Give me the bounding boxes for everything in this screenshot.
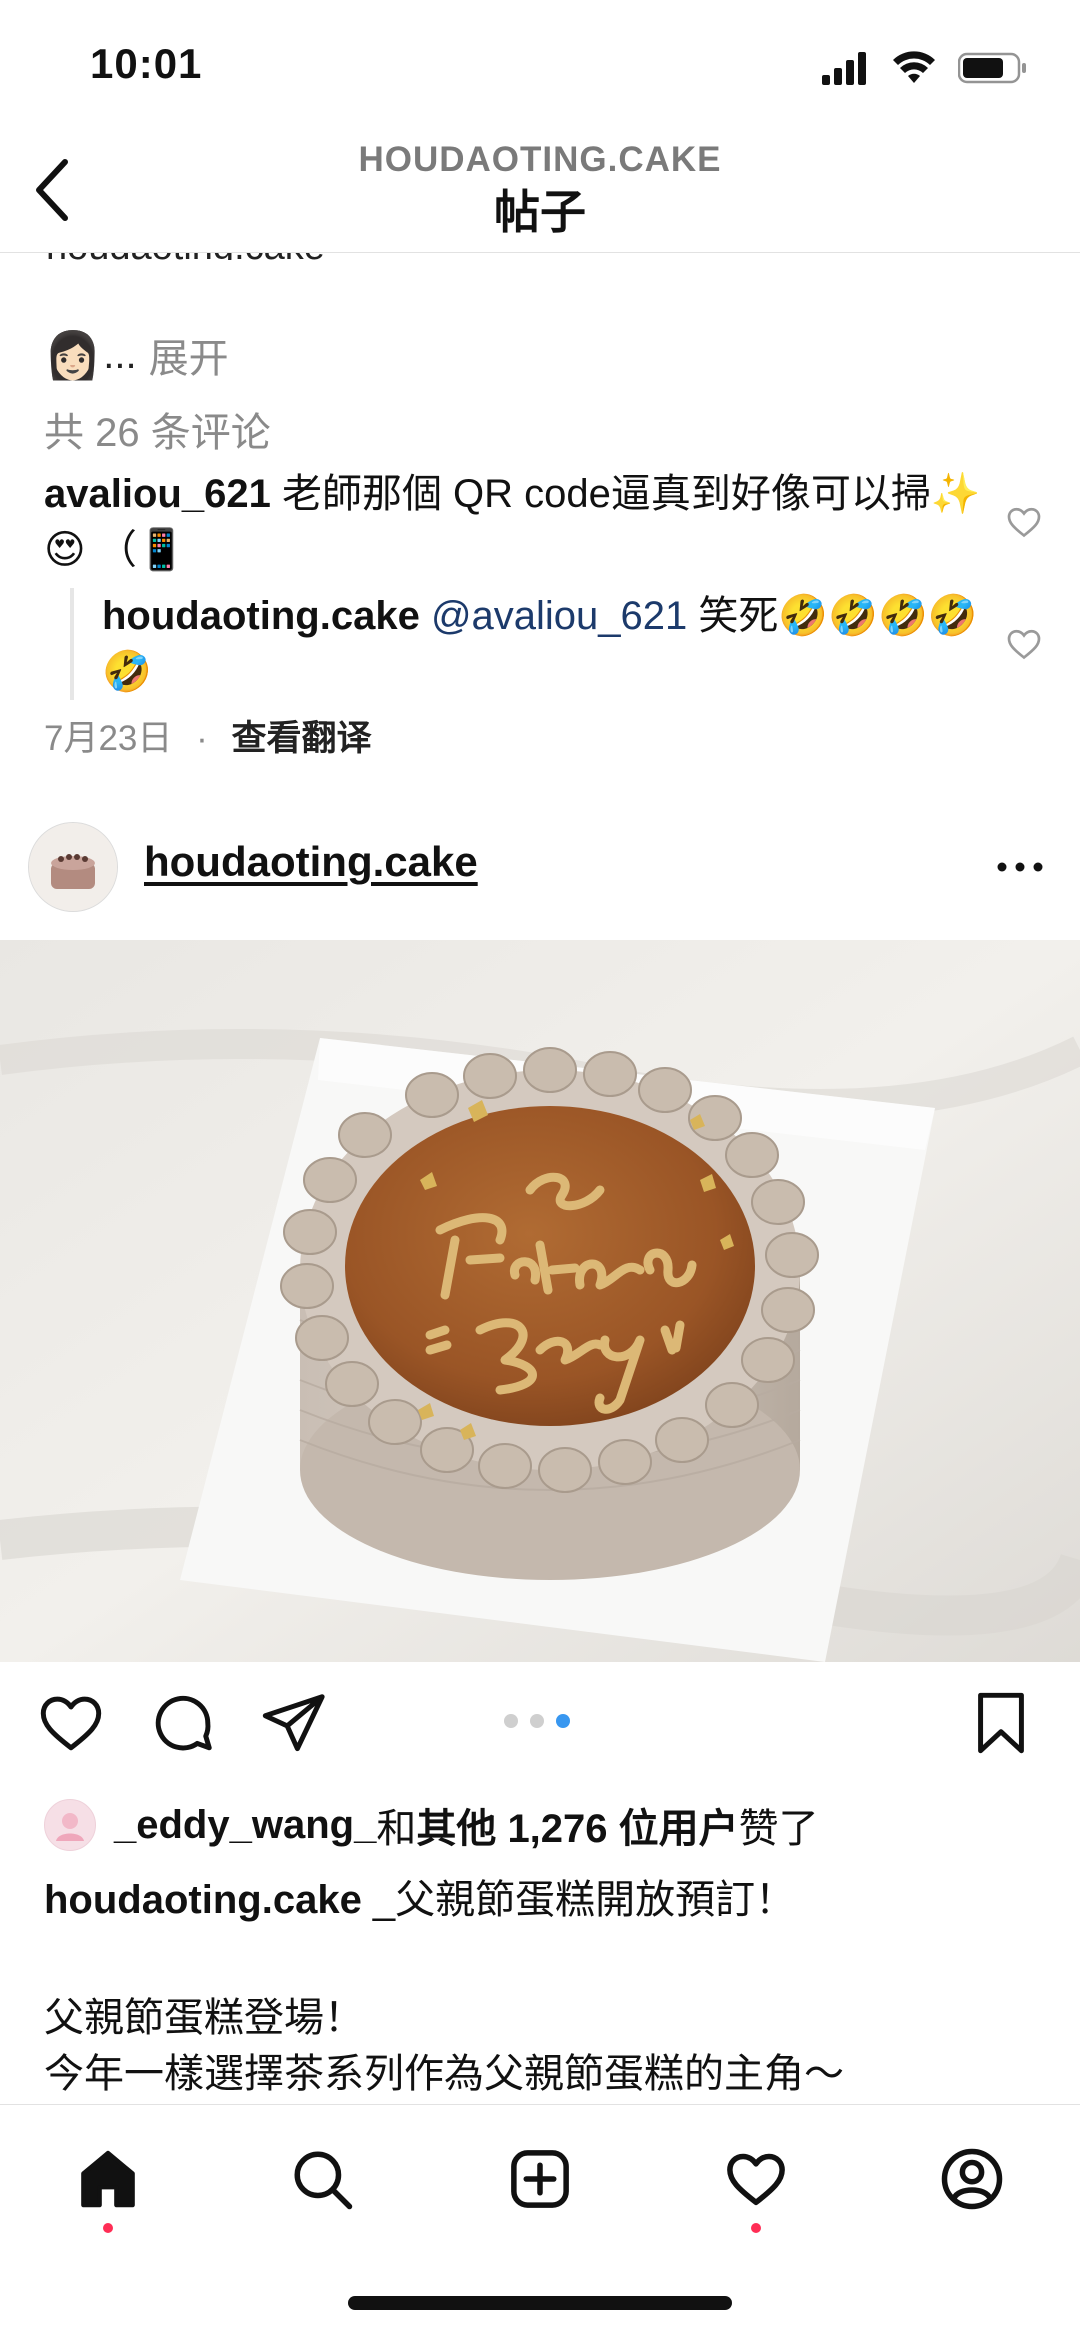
post-header: houdaoting.cake [0,818,1080,918]
comment-meta: 7月23日 · 查看翻译 [44,710,372,761]
post-image[interactable] [0,940,1080,1662]
see-translation-link[interactable]: 查看翻译 [232,719,372,758]
likes-connector: 和 [376,1807,417,1851]
profile-icon [941,2148,1003,2210]
comment: avaliou_621 老師那個 QR code逼真到好像可以掃✨😍 （📱 [44,466,984,578]
battery-icon [958,52,1026,84]
meta-separator: · [196,719,208,758]
likes-others-link[interactable]: 其他 1,276 位用户 [416,1796,738,1854]
activity-heart-icon [727,2153,785,2206]
share-send-icon[interactable] [258,1688,328,1758]
status-icons [822,48,1028,88]
create-post-icon [511,2150,569,2208]
reply-like-heart-icon[interactable] [1006,626,1042,662]
post-caption: houdaoting.cake _父親節蛋糕開放預訂！ [44,1872,1034,1928]
view-all-comments-link[interactable]: 共 26 条评论 [44,400,271,458]
post-actions [0,1688,1080,1768]
likes-summary[interactable]: _eddy_wang_ 和 其他 1,276 位用户 赞了 [44,1796,819,1854]
expand-link[interactable]: 展开 [149,326,229,384]
avatar[interactable] [44,1799,96,1851]
tab-activity[interactable] [716,2139,796,2219]
liker-username[interactable]: _eddy_wang_ [114,1803,376,1848]
tab-home[interactable] [68,2139,148,2219]
page-title: 帖子 [494,186,586,238]
user-avatar-image [56,1813,84,1841]
tab-profile[interactable] [932,2139,1012,2219]
more-options-icon[interactable] [990,842,1050,892]
comment-username[interactable]: avaliou_621 [44,472,271,516]
activity-notification-dot [751,2223,761,2233]
status-bar: 10:01 [0,0,1080,140]
caption-line: 今年一樣選擇茶系列作為父親節蛋糕的主角～ [44,2052,844,2096]
status-time: 10:01 [90,40,203,87]
post-username[interactable]: houdaoting.cake [144,838,478,886]
carousel-dot-active [556,1714,570,1728]
expand-caption-row[interactable]: 👩🏻 ... 展开 [44,326,229,384]
avatar[interactable] [28,822,118,912]
caption-username[interactable]: houdaoting.cake [44,1878,362,1922]
likes-suffix: 赞了 [738,1807,819,1851]
cellular-signal-icon [822,52,866,85]
caption-line: 父親節蛋糕登場！ [44,1996,364,2040]
caption-text: _父親節蛋糕開放預訂！ [361,1878,796,1922]
like-heart-icon[interactable] [36,1688,106,1758]
search-icon [294,2151,353,2210]
page-header: HOUDAOTING.CAKE 帖子 [0,140,1080,253]
header-account-name: HOUDAOTING.CAKE [358,140,722,179]
fathers-day-cake-photo [0,940,1080,1662]
comment-date: 7月23日 [44,719,173,758]
home-notification-dot [103,2223,113,2233]
carousel-indicator [504,1714,570,1728]
ellipsis: ... [103,332,137,377]
save-bookmark-icon[interactable] [966,1688,1036,1758]
carousel-dot [530,1714,544,1728]
cake-avatar-image [29,823,117,911]
comment-like-heart-icon[interactable] [1006,504,1042,540]
woman-emoji: 👩🏻 [44,328,102,381]
comment-reply: houdaoting.cake @avaliou_621 笑死🤣🤣🤣🤣🤣 [70,588,992,700]
comment-bubble-icon[interactable] [148,1688,218,1758]
carousel-dot [504,1714,518,1728]
tab-create[interactable] [500,2139,580,2219]
reply-mention[interactable]: @avaliou_621 [431,594,687,638]
home-indicator[interactable] [348,2296,732,2310]
wifi-icon [893,51,935,83]
reply-username[interactable]: houdaoting.cake [102,594,420,638]
tab-search[interactable] [282,2139,362,2219]
home-icon [81,2150,135,2208]
